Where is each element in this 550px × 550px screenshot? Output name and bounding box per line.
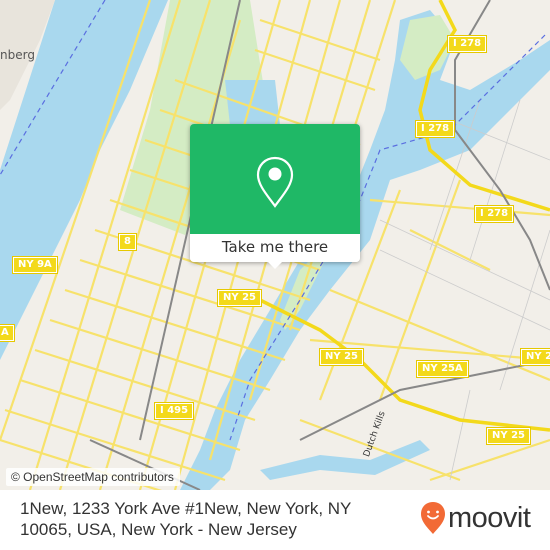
route-shield-8: 8 <box>118 233 137 251</box>
address-text: 1New, 1233 York Ave #1New, New York, NY … <box>20 499 352 539</box>
route-shield-ny25: NY 25 <box>318 348 365 366</box>
location-popup: Take me there <box>190 124 360 269</box>
map-attribution[interactable]: © OpenStreetMap contributors <box>6 468 180 486</box>
route-shield-i495: I 495 <box>153 402 195 420</box>
route-shield-i278: I 278 <box>446 35 488 53</box>
route-shield-ny25-partial: NY 2 <box>519 348 550 366</box>
route-shield-i278: I 278 <box>473 205 515 223</box>
place-label-guttenberg: nberg <box>0 48 35 62</box>
route-shield-ny25a: NY 25A <box>416 360 469 378</box>
popup-pointer <box>267 261 283 269</box>
reservoir <box>225 80 280 125</box>
route-shield-ny25: NY 25 <box>485 427 532 445</box>
moovit-brand-name: moovit <box>448 502 531 534</box>
route-shield-ny9a-partial: A <box>0 324 15 342</box>
popup-header <box>190 124 360 234</box>
footer: 1New, 1233 York Ave #1New, New York, NY … <box>0 490 550 550</box>
moovit-logo[interactable]: moovit <box>420 501 531 535</box>
map-view[interactable]: nberg I 278 I 278 I 278 8 NY 9A A NY 25 … <box>0 0 550 490</box>
route-shield-i278: I 278 <box>414 120 456 138</box>
route-shield-ny9a: NY 9A <box>12 256 58 274</box>
moovit-smile-pin-icon <box>421 502 445 534</box>
route-shield-ny25: NY 25 <box>216 289 263 307</box>
take-me-there-button[interactable]: Take me there <box>190 234 360 262</box>
